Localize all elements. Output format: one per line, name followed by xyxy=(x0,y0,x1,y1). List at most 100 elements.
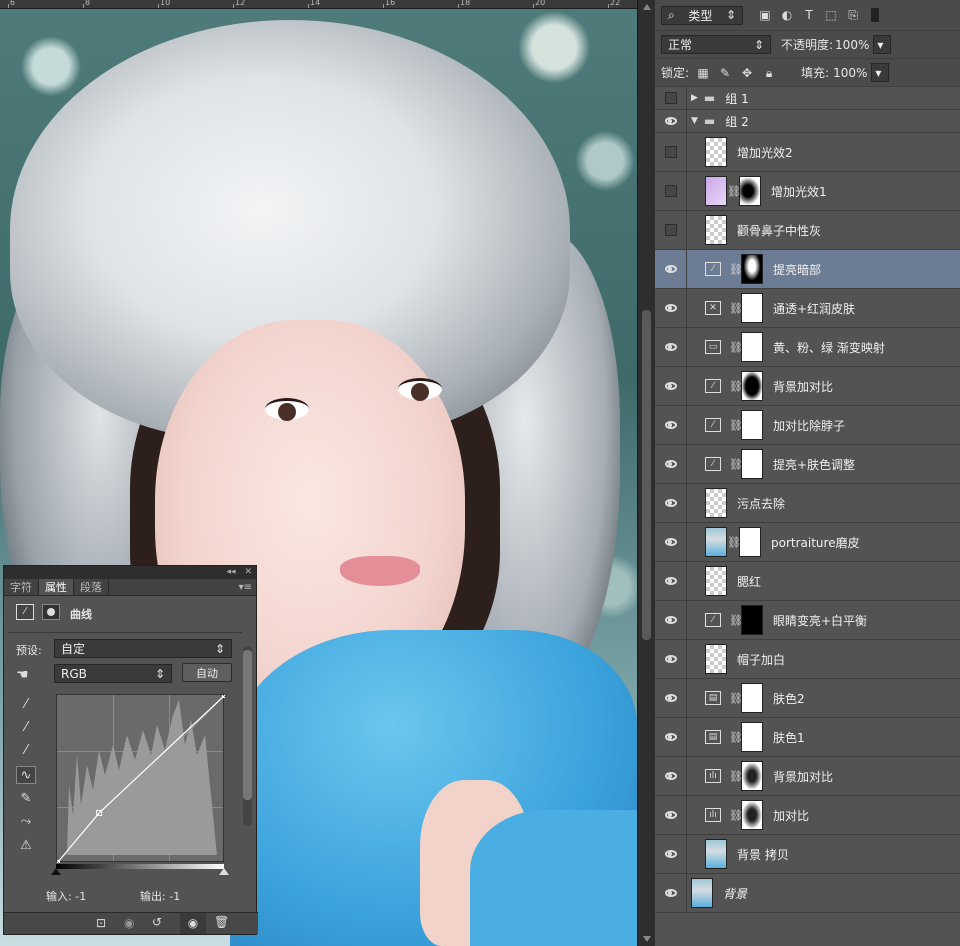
layer-row[interactable]: ⛓ portraiture磨皮 xyxy=(655,523,960,562)
layer-mask-thumbnail[interactable] xyxy=(741,371,763,401)
tab-character[interactable]: 字符 xyxy=(4,579,39,595)
layer-mask-thumbnail[interactable] xyxy=(741,293,763,323)
layer-mask-thumbnail[interactable] xyxy=(741,722,763,752)
layer-mask-thumbnail[interactable] xyxy=(741,410,763,440)
link-icon[interactable]: ⛓ xyxy=(729,341,743,354)
link-icon[interactable]: ⛓ xyxy=(729,692,743,705)
lock-paint-icon[interactable]: ✎ xyxy=(717,66,733,80)
layer-mask-thumbnail[interactable] xyxy=(741,800,763,830)
filter-kind-select[interactable]: ⌕ 类型 ⇕ xyxy=(661,5,743,25)
curve-point-tool-icon[interactable]: ∿ xyxy=(16,766,36,784)
link-icon[interactable]: ⛓ xyxy=(729,419,743,432)
layer-mask-thumbnail[interactable] xyxy=(741,449,763,479)
eye-icon[interactable] xyxy=(664,811,677,819)
layer-row[interactable]: 腮红 xyxy=(655,562,960,601)
scroll-up-icon[interactable] xyxy=(643,4,651,10)
eye-icon[interactable] xyxy=(664,421,677,429)
layer-row[interactable]: ⛓ 增加光效1 xyxy=(655,172,960,211)
layer-row[interactable]: 帽子加白 xyxy=(655,640,960,679)
layer-mask-thumbnail[interactable] xyxy=(741,332,763,362)
fill-value[interactable]: 100% xyxy=(833,66,867,80)
visibility-off-icon[interactable] xyxy=(664,185,677,197)
black-point-eyedropper-icon[interactable]: ⁄ xyxy=(16,696,36,714)
curve-svg[interactable] xyxy=(57,695,225,863)
scrollbar-thumb[interactable] xyxy=(642,310,651,640)
fill-dropdown-icon[interactable]: ▾ xyxy=(871,63,890,82)
eye-icon[interactable] xyxy=(664,850,677,858)
eye-icon[interactable] xyxy=(664,772,677,780)
link-icon[interactable]: ⛓ xyxy=(727,536,741,549)
link-icon[interactable]: ⛓ xyxy=(729,458,743,471)
horizontal-ruler[interactable]: 6 8 10 12 14 16 18 20 22 xyxy=(0,0,637,9)
lock-transparent-icon[interactable]: ▦ xyxy=(695,66,711,80)
opacity-dropdown-icon[interactable]: ▾ xyxy=(873,35,892,54)
eye-icon[interactable] xyxy=(664,304,677,312)
layer-mask-thumbnail[interactable] xyxy=(739,176,761,206)
tab-properties[interactable]: 属性 xyxy=(39,579,74,595)
scroll-down-icon[interactable] xyxy=(643,936,651,942)
chevron-down-icon[interactable]: ▼ xyxy=(691,116,698,126)
view-previous-icon[interactable]: ◉ xyxy=(124,916,134,930)
black-slider-icon[interactable] xyxy=(51,868,61,875)
filter-toggle-icon[interactable] xyxy=(871,8,879,22)
layer-visibility-toggle[interactable] xyxy=(655,445,687,483)
layer-visibility-toggle[interactable] xyxy=(655,211,687,249)
layer-row[interactable]: ⁄ ⛓ 提亮+肤色调整 xyxy=(655,445,960,484)
layer-visibility-toggle[interactable] xyxy=(655,367,687,405)
link-icon[interactable]: ⛓ xyxy=(729,263,743,276)
eye-icon[interactable] xyxy=(664,538,677,546)
panel-titlebar[interactable]: ◂◂ ✕ xyxy=(4,566,256,579)
layer-visibility-toggle[interactable] xyxy=(655,835,687,873)
eye-icon[interactable] xyxy=(664,733,677,741)
shape-filter-icon[interactable]: ⬚ xyxy=(823,8,839,22)
panel-menu-icon[interactable]: ▾≡ xyxy=(109,579,256,595)
layer-row[interactable]: 污点去除 xyxy=(655,484,960,523)
layer-row[interactable]: ⁄ ⛓ 加对比除脖子 xyxy=(655,406,960,445)
clipping-warning-icon[interactable]: ⚠ xyxy=(16,837,36,855)
layer-visibility-toggle[interactable] xyxy=(655,87,687,109)
preset-select[interactable]: 自定 ⇕ xyxy=(54,639,232,658)
eye-icon[interactable] xyxy=(664,499,677,507)
link-icon[interactable]: ⛓ xyxy=(729,731,743,744)
panel-scrollbar[interactable] xyxy=(243,646,252,826)
delete-icon[interactable]: 🗑︎ xyxy=(214,915,229,929)
auto-button[interactable]: 自动 xyxy=(182,663,232,682)
layer-row[interactable]: ▤ ⛓ 肤色1 xyxy=(655,718,960,757)
link-icon[interactable]: ⛓ xyxy=(729,302,743,315)
channel-select[interactable]: RGB ⇕ xyxy=(54,664,172,683)
layer-visibility-toggle[interactable] xyxy=(655,406,687,444)
layer-row[interactable]: 颧骨鼻子中性灰 xyxy=(655,211,960,250)
opacity-value[interactable]: 100% xyxy=(835,38,869,52)
type-filter-icon[interactable]: T xyxy=(801,8,817,22)
layer-row[interactable]: ▶ ▬ 组 1 xyxy=(655,87,960,110)
layer-row[interactable]: ılı ⛓ 背景加对比 xyxy=(655,757,960,796)
layer-row[interactable]: ▼ ▬ 组 2 xyxy=(655,110,960,133)
eye-icon[interactable] xyxy=(664,889,677,897)
eye-icon[interactable] xyxy=(664,343,677,351)
curves-adjustment-icon[interactable]: ⁄ xyxy=(16,604,34,620)
eye-icon[interactable] xyxy=(664,382,677,390)
visibility-toggle-icon[interactable]: ◉ xyxy=(180,913,206,934)
pencil-draw-icon[interactable]: ✎ xyxy=(16,790,36,808)
adjustment-filter-icon[interactable]: ◐ xyxy=(779,8,795,22)
layer-row[interactable]: ⁄ ⛓ 背景加对比 xyxy=(655,367,960,406)
layer-mask-thumbnail[interactable] xyxy=(741,254,763,284)
pixel-filter-icon[interactable]: ▣ xyxy=(757,8,773,22)
eye-icon[interactable] xyxy=(664,616,677,624)
canvas-vertical-scrollbar[interactable] xyxy=(637,0,655,946)
layer-row[interactable]: ⁄ ⛓ 眼睛变亮+白平衡 xyxy=(655,601,960,640)
layer-visibility-toggle[interactable] xyxy=(655,601,687,639)
eye-icon[interactable] xyxy=(664,577,677,585)
layer-visibility-toggle[interactable] xyxy=(655,757,687,795)
layer-visibility-toggle[interactable] xyxy=(655,484,687,522)
gray-point-eyedropper-icon[interactable]: ⁄ xyxy=(16,719,36,737)
layer-visibility-toggle[interactable] xyxy=(655,328,687,366)
lock-position-icon[interactable]: ✥ xyxy=(739,66,755,80)
layer-mask-thumbnail[interactable] xyxy=(741,761,763,791)
layer-visibility-toggle[interactable] xyxy=(655,718,687,756)
visibility-off-icon[interactable] xyxy=(664,92,677,104)
eye-icon[interactable] xyxy=(664,694,677,702)
layer-visibility-toggle[interactable] xyxy=(655,133,687,171)
tab-paragraph[interactable]: 段落 xyxy=(74,579,109,595)
link-icon[interactable]: ⛓ xyxy=(729,770,743,783)
